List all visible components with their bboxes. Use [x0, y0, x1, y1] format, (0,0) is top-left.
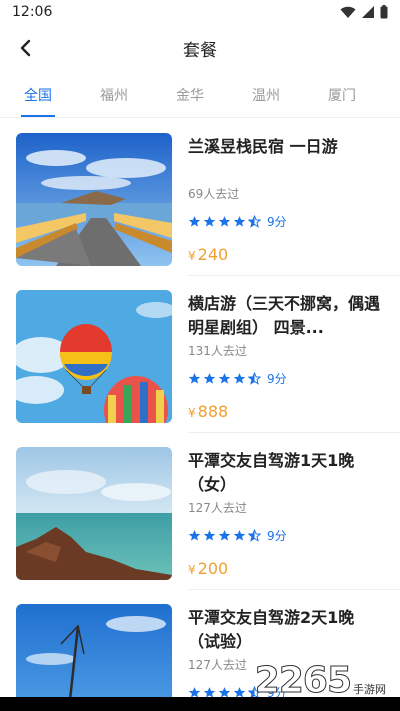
currency-symbol: ¥ — [188, 563, 196, 577]
signal-icon — [362, 6, 374, 18]
star-rating — [188, 529, 261, 542]
star-rating — [188, 372, 261, 385]
status-bar: 12:06 — [0, 0, 400, 24]
star-half-icon — [248, 215, 261, 228]
rating: 9分 — [188, 370, 287, 387]
back-button[interactable] — [8, 30, 44, 66]
package-info: 平潭交友自驾游1天1晚（女） 127人去过 9分 ¥200 — [188, 447, 384, 580]
package-info: 兰溪昱栈民宿 一日游 69人去过 9分 ¥240 — [188, 133, 384, 266]
star-icon — [218, 530, 231, 541]
city-tabs: 全国 福州 金华 温州 厦门 — [0, 72, 400, 118]
package-card[interactable]: 平潭交友自驾游1天1晚（女） 127人去过 9分 ¥200 — [0, 432, 400, 589]
visit-count: 69人去过 — [188, 187, 240, 201]
star-icon — [203, 216, 216, 227]
rating-score: 9分 — [267, 372, 287, 386]
currency-symbol: ¥ — [188, 249, 196, 263]
price-value: 240 — [197, 245, 229, 264]
rating-score: 9分 — [267, 529, 287, 543]
package-title: 兰溪昱栈民宿 一日游 — [188, 137, 338, 156]
package-title: 平潭交友自驾游2天1晚（试验） — [188, 608, 355, 651]
package-title: 平潭交友自驾游1天1晚（女） — [188, 451, 355, 494]
battery-icon — [380, 5, 388, 19]
package-image — [16, 604, 172, 711]
star-icon — [188, 530, 201, 541]
package-list: 兰溪昱栈民宿 一日游 69人去过 9分 ¥240 横店游（三天不挪窝，偶遇明星剧… — [0, 118, 400, 711]
tab-fuzhou[interactable]: 福州 — [76, 72, 152, 117]
tab-quanguo[interactable]: 全国 — [0, 72, 76, 117]
visit-count: 127人去过 — [188, 658, 247, 672]
tab-jinhua[interactable]: 金华 — [152, 72, 228, 117]
tab-wenzhou[interactable]: 温州 — [228, 72, 304, 117]
page-title: 套餐 — [183, 40, 217, 61]
star-icon — [188, 216, 201, 227]
tab-xiamen[interactable]: 厦门 — [304, 72, 380, 117]
package-info: 横店游（三天不挪窝，偶遇明星剧组） 四景... 131人去过 9分 ¥888 — [188, 290, 384, 423]
rating: 9分 — [188, 213, 287, 230]
star-rating — [188, 215, 261, 228]
package-card[interactable]: 横店游（三天不挪窝，偶遇明星剧组） 四景... 131人去过 9分 ¥888 — [0, 275, 400, 432]
visit-count: 127人去过 — [188, 501, 247, 515]
price: ¥240 — [188, 245, 228, 264]
star-icon — [203, 373, 216, 384]
package-image — [16, 447, 172, 580]
star-icon — [218, 373, 231, 384]
watermark-text: 手游网 — [353, 683, 386, 696]
package-title: 横店游（三天不挪窝，偶遇明星剧组） 四景... — [188, 294, 381, 337]
star-icon — [188, 373, 201, 384]
package-card[interactable]: 兰溪昱栈民宿 一日游 69人去过 9分 ¥240 — [0, 118, 400, 275]
status-icons — [340, 5, 388, 19]
price-value: 200 — [197, 559, 229, 578]
system-nav-bar — [0, 697, 400, 711]
price: ¥200 — [188, 559, 228, 578]
price-value: 888 — [197, 402, 229, 421]
arrow-back-icon — [20, 39, 31, 57]
currency-symbol: ¥ — [188, 406, 196, 420]
wifi-icon — [340, 6, 356, 18]
status-time: 12:06 — [12, 4, 53, 20]
star-icon — [233, 373, 246, 384]
package-image — [16, 133, 172, 266]
rating-score: 9分 — [267, 215, 287, 229]
star-icon — [233, 530, 246, 541]
app-bar: 套餐 — [0, 24, 400, 72]
star-half-icon — [248, 372, 261, 385]
watermark: 2265 手游网 — [254, 660, 386, 701]
star-icon — [203, 530, 216, 541]
price: ¥888 — [188, 402, 228, 421]
package-image — [16, 290, 172, 423]
star-icon — [218, 216, 231, 227]
star-icon — [233, 216, 246, 227]
watermark-number: 2265 — [254, 660, 352, 701]
rating: 9分 — [188, 527, 287, 544]
star-half-icon — [248, 529, 261, 542]
visit-count: 131人去过 — [188, 344, 247, 358]
